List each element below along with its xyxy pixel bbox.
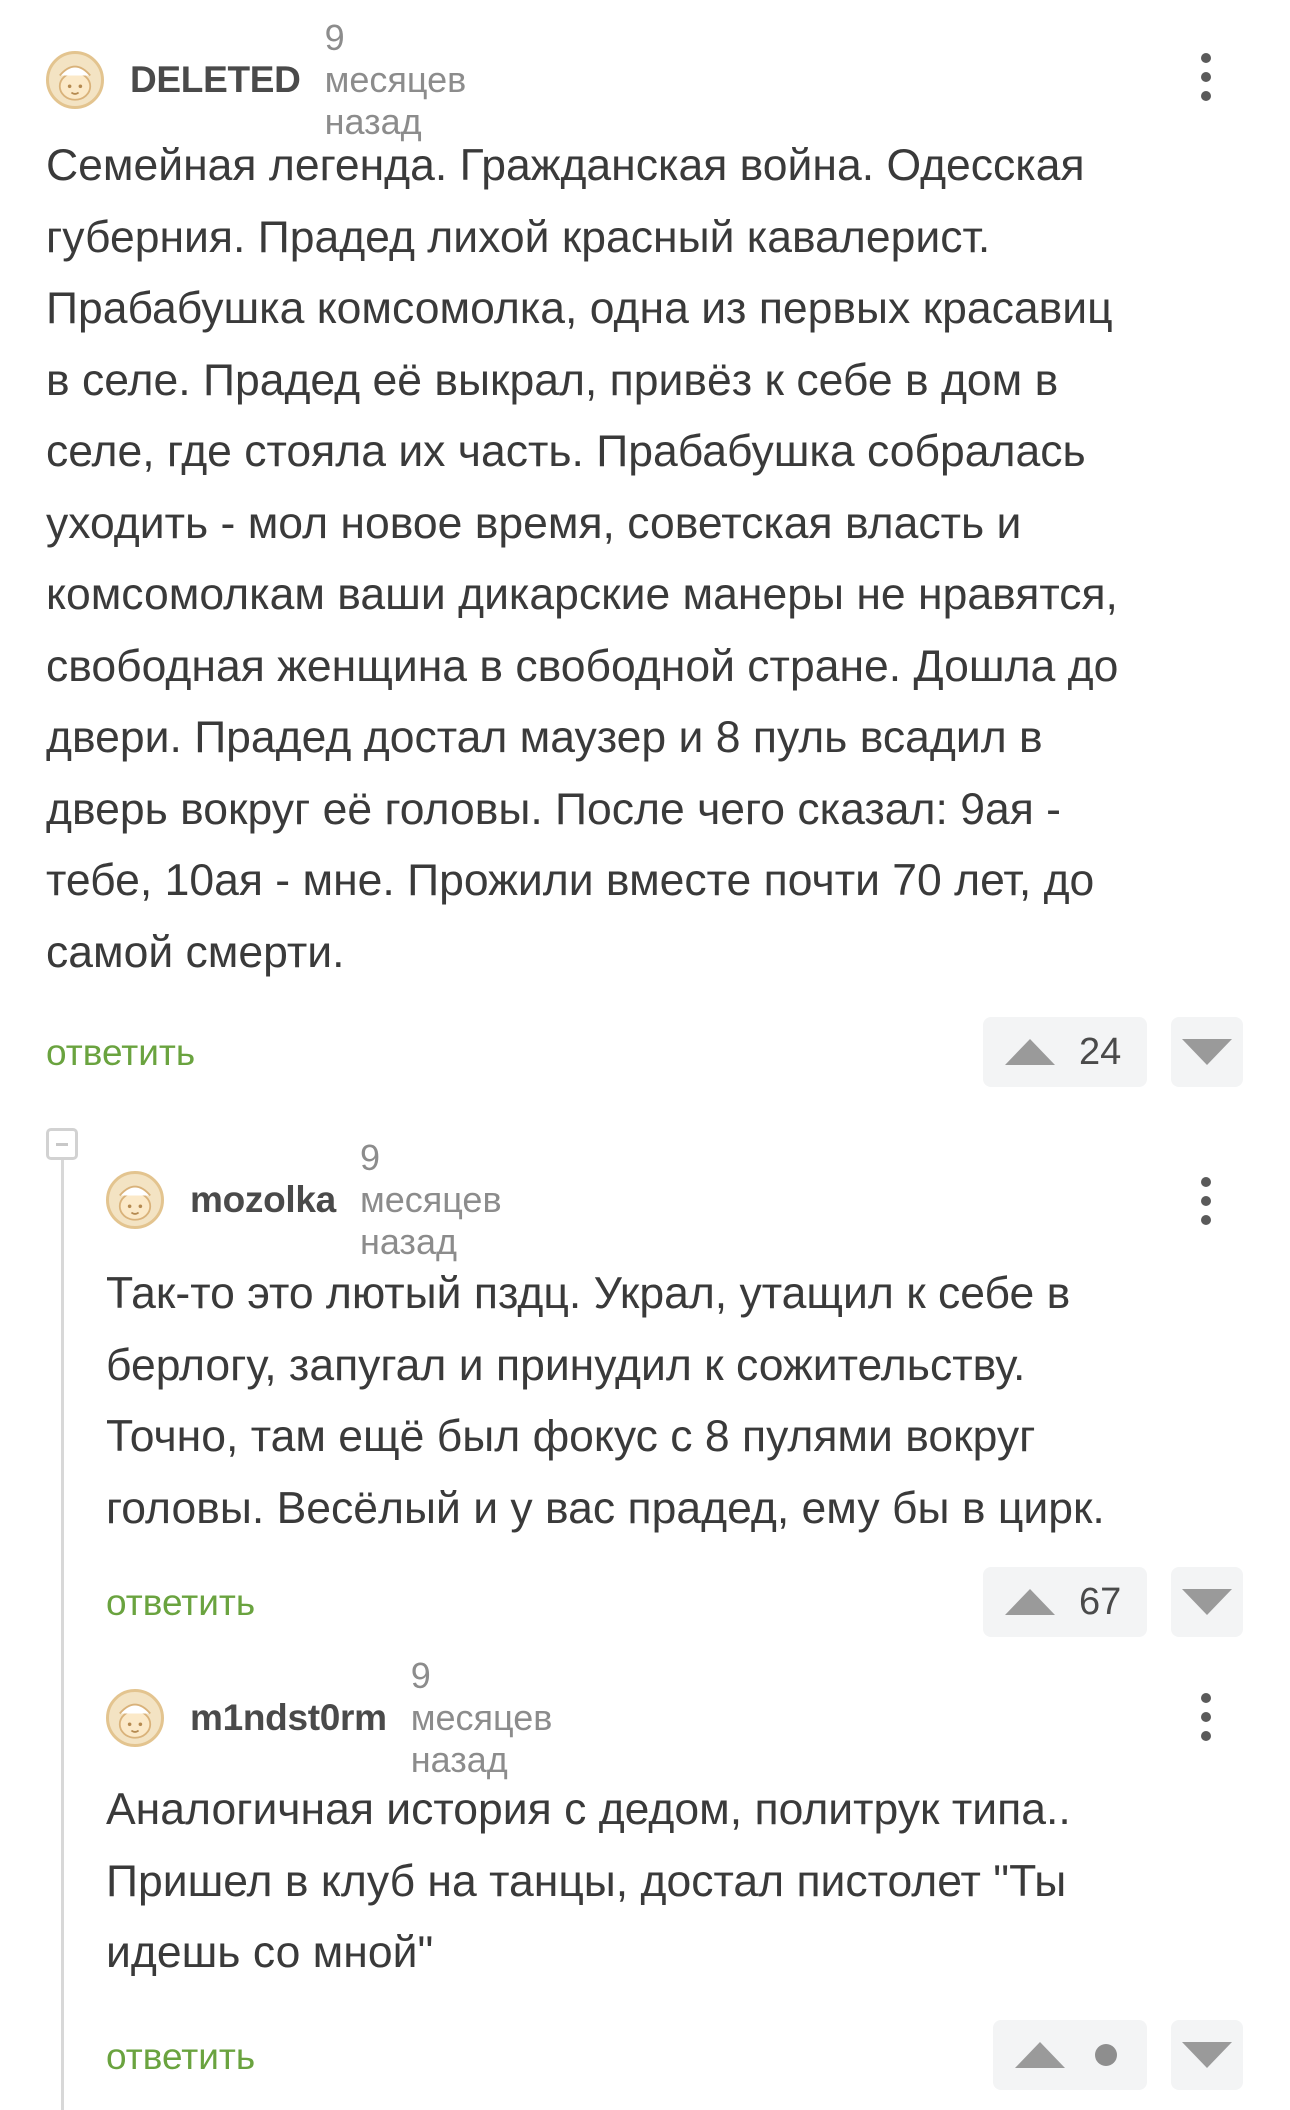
more-vertical-icon[interactable] <box>1186 1682 1226 1752</box>
reply-button[interactable]: ответить <box>46 1032 195 1074</box>
more-vertical-icon[interactable] <box>1186 42 1226 112</box>
timestamp[interactable]: 9 месяцев назад <box>360 1137 502 1263</box>
arrow-up-icon <box>1005 1039 1055 1065</box>
rating-count: 67 <box>1079 1580 1122 1623</box>
username[interactable]: m1ndst0rm <box>190 1697 387 1739</box>
comment-text: Семейная легенда. Гражданская война. Оде… <box>46 141 1119 977</box>
upvote-button[interactable] <box>993 2020 1147 2090</box>
upvote-button[interactable]: 67 <box>983 1567 1147 1637</box>
comment-header: m1ndst0rm 9 месяцев назад <box>106 1655 552 1780</box>
comment-header: DELETED 9 месяцев назад <box>46 17 466 142</box>
timestamp[interactable]: 9 месяцев назад <box>325 17 467 143</box>
comment-text: Аналогичная история с дедом, политрук ти… <box>106 1785 1071 1977</box>
arrow-up-icon <box>1005 1589 1055 1615</box>
downvote-button[interactable] <box>1171 1017 1243 1087</box>
avatar[interactable] <box>46 51 104 109</box>
arrow-up-icon <box>1015 2042 1065 2068</box>
avatar[interactable] <box>106 1689 164 1747</box>
downvote-button[interactable] <box>1171 1567 1243 1637</box>
default-avatar-icon <box>118 1703 152 1739</box>
reply-button[interactable]: ответить <box>106 2036 255 2078</box>
collapse-thread-icon[interactable] <box>46 1128 78 1160</box>
comment-text: Так-то это лютый пздц. Украл, утащил к с… <box>106 1269 1105 1533</box>
username[interactable]: mozolka <box>190 1179 336 1221</box>
downvote-button[interactable] <box>1171 2020 1243 2090</box>
hidden-rating-dot-icon <box>1095 2044 1117 2066</box>
rating-count: 24 <box>1079 1030 1122 1073</box>
reply-button[interactable]: ответить <box>106 1582 255 1624</box>
thread-line[interactable] <box>61 1160 64 2110</box>
arrow-down-icon <box>1182 2042 1232 2068</box>
more-vertical-icon[interactable] <box>1186 1166 1226 1236</box>
username[interactable]: DELETED <box>130 59 301 101</box>
comment-header: mozolka 9 месяцев назад <box>106 1137 502 1262</box>
timestamp[interactable]: 9 месяцев назад <box>411 1655 553 1781</box>
default-avatar-icon <box>118 1185 152 1221</box>
arrow-down-icon <box>1182 1039 1232 1065</box>
avatar[interactable] <box>106 1171 164 1229</box>
arrow-down-icon <box>1182 1589 1232 1615</box>
default-avatar-icon <box>58 65 92 101</box>
upvote-button[interactable]: 24 <box>983 1017 1147 1087</box>
